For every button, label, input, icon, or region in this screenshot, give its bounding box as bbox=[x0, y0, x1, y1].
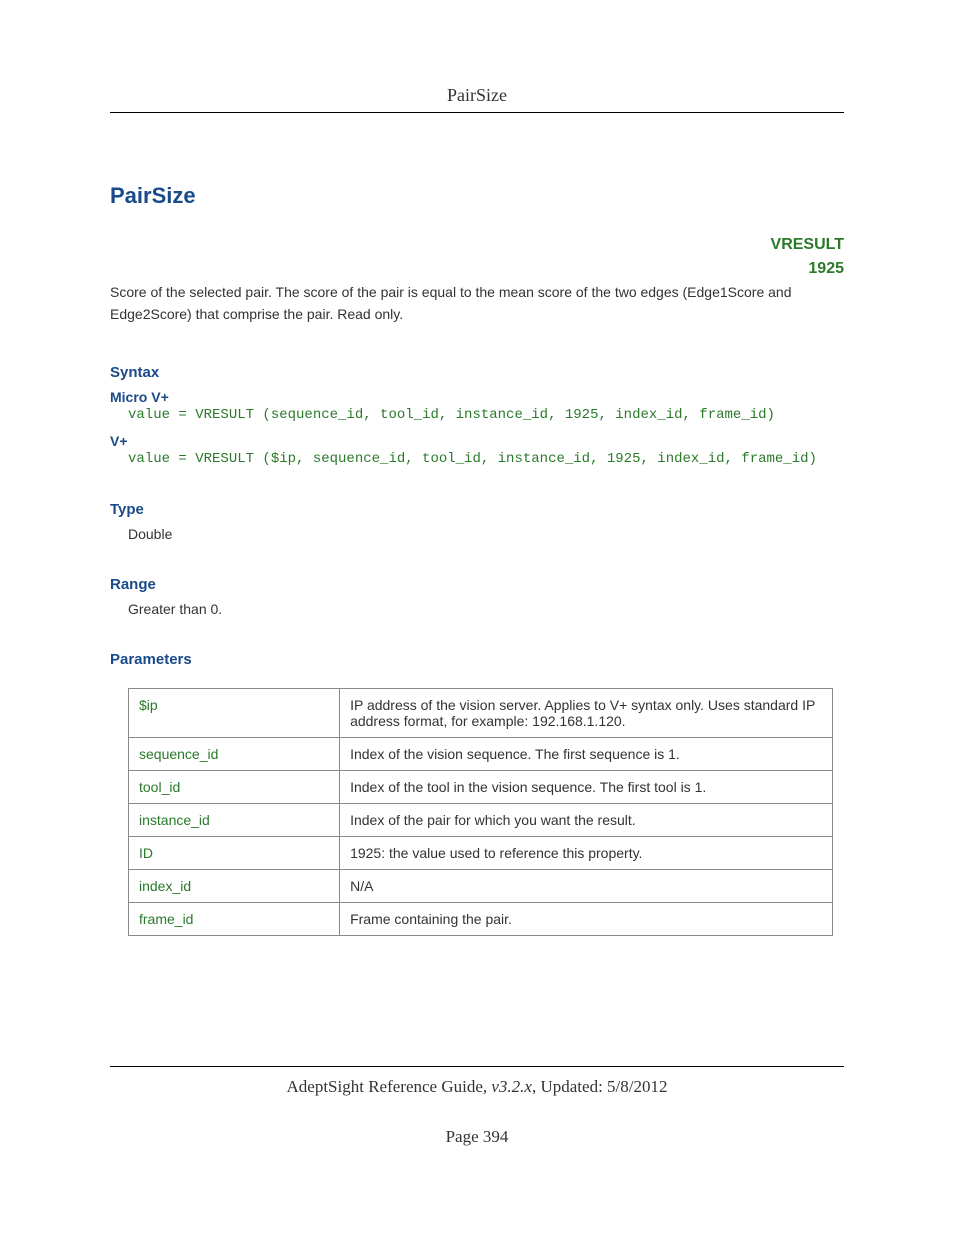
syntax-block: Syntax Micro V+ value = VRESULT (sequenc… bbox=[110, 364, 844, 467]
param-name: $ip bbox=[129, 688, 340, 737]
micro-vplus-label: Micro V+ bbox=[110, 389, 844, 405]
syntax-heading: Syntax bbox=[110, 364, 844, 381]
type-value: Double bbox=[128, 526, 844, 542]
description-text: Score of the selected pair. The score of… bbox=[110, 281, 844, 326]
param-name: frame_id bbox=[129, 902, 340, 935]
vplus-code: value = VRESULT ($ip, sequence_id, tool_… bbox=[128, 451, 844, 467]
footer-rule bbox=[110, 1066, 844, 1067]
footer-version: , v3.2.x bbox=[483, 1077, 532, 1096]
param-name: tool_id bbox=[129, 770, 340, 803]
title-row: PairSize bbox=[110, 183, 844, 209]
table-row: instance_id Index of the pair for which … bbox=[129, 803, 833, 836]
table-row: sequence_id Index of the vision sequence… bbox=[129, 737, 833, 770]
table-row: frame_id Frame containing the pair. bbox=[129, 902, 833, 935]
param-desc: IP address of the vision server. Applies… bbox=[340, 688, 833, 737]
range-value: Greater than 0. bbox=[128, 601, 844, 617]
header-rule bbox=[110, 112, 844, 113]
parameters-table: $ip IP address of the vision server. App… bbox=[128, 688, 833, 936]
page-container: PairSize PairSize VRESULT 1925 Score of … bbox=[0, 0, 954, 1235]
footer-text: AdeptSight Reference Guide, v3.2.x, Upda… bbox=[110, 1077, 844, 1097]
badge-code: 1925 bbox=[110, 257, 844, 281]
vplus-label: V+ bbox=[110, 433, 844, 449]
param-name: index_id bbox=[129, 869, 340, 902]
param-desc: 1925: the value used to reference this p… bbox=[340, 836, 833, 869]
page-title: PairSize bbox=[110, 183, 196, 209]
param-desc: Index of the vision sequence. The first … bbox=[340, 737, 833, 770]
parameters-heading: Parameters bbox=[110, 651, 844, 668]
type-block: Type Double bbox=[110, 501, 844, 542]
table-row: index_id N/A bbox=[129, 869, 833, 902]
param-desc: Index of the pair for which you want the… bbox=[340, 803, 833, 836]
param-name: sequence_id bbox=[129, 737, 340, 770]
range-heading: Range bbox=[110, 576, 844, 593]
table-row: tool_id Index of the tool in the vision … bbox=[129, 770, 833, 803]
range-block: Range Greater than 0. bbox=[110, 576, 844, 617]
badge-kind: VRESULT bbox=[110, 233, 844, 257]
page-number: Page 394 bbox=[110, 1127, 844, 1147]
type-heading: Type bbox=[110, 501, 844, 518]
parameters-block: Parameters $ip IP address of the vision … bbox=[110, 651, 844, 936]
table-row: ID 1925: the value used to reference thi… bbox=[129, 836, 833, 869]
footer-updated: , Updated: 5/8/2012 bbox=[532, 1077, 668, 1096]
micro-vplus-code: value = VRESULT (sequence_id, tool_id, i… bbox=[128, 407, 844, 423]
param-desc: Index of the tool in the vision sequence… bbox=[340, 770, 833, 803]
param-name: ID bbox=[129, 836, 340, 869]
running-header: PairSize bbox=[110, 85, 844, 112]
param-desc: N/A bbox=[340, 869, 833, 902]
param-desc: Frame containing the pair. bbox=[340, 902, 833, 935]
param-name: instance_id bbox=[129, 803, 340, 836]
footer-guide: AdeptSight Reference Guide bbox=[287, 1077, 483, 1096]
table-row: $ip IP address of the vision server. App… bbox=[129, 688, 833, 737]
vresult-badge: VRESULT 1925 bbox=[110, 233, 844, 281]
